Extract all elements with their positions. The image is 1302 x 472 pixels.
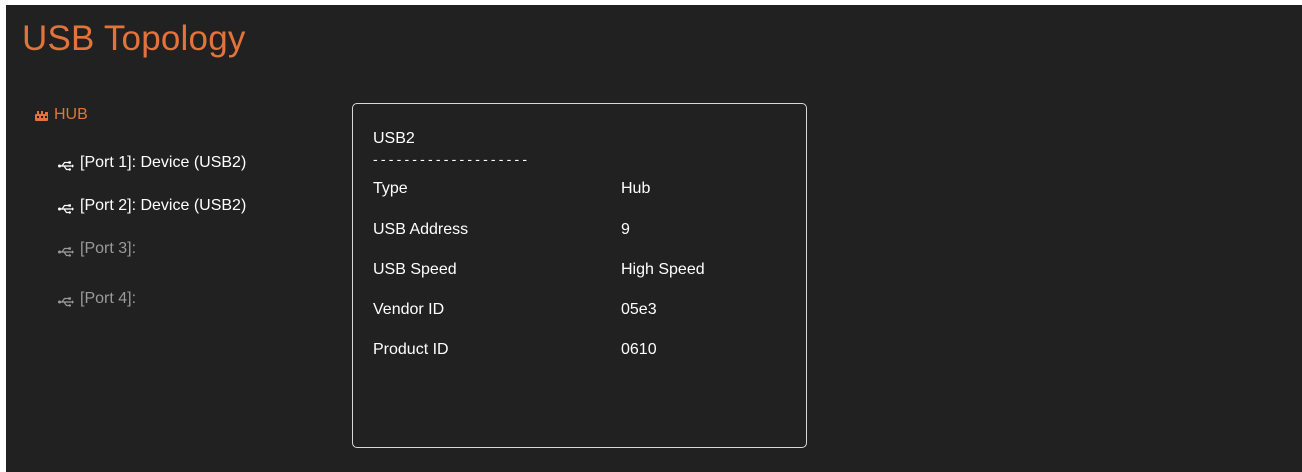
usb-icon <box>58 201 74 214</box>
detail-row-vendor-id: Vendor ID 05e3 <box>373 301 793 323</box>
tree-item-port-4[interactable]: [Port 4]: <box>58 288 136 310</box>
tree-item-label: [Port 1]: Device (USB2) <box>80 154 247 171</box>
details-title: USB2 <box>373 130 415 147</box>
tree-item-label: [Port 3]: <box>80 240 137 257</box>
app-window: USB Topology HUB [Port 1]: Device (USB2)… <box>6 5 1302 472</box>
detail-value: Hub <box>621 180 651 197</box>
tree-item-label: [Port 2]: Device (USB2) <box>80 197 247 214</box>
detail-key: USB Speed <box>373 261 457 278</box>
detail-key: Type <box>373 180 408 197</box>
detail-value: 0610 <box>621 341 657 358</box>
detail-value: 05e3 <box>621 301 657 318</box>
detail-row-usb-address: USB Address 9 <box>373 221 793 243</box>
detail-key: Vendor ID <box>373 301 445 318</box>
details-separator: -------------------- <box>373 151 531 167</box>
detail-key: Product ID <box>373 341 449 358</box>
tree-item-port-3[interactable]: [Port 3]: <box>58 238 136 260</box>
tree-root-hub[interactable]: HUB <box>34 104 334 126</box>
hub-icon <box>34 109 50 121</box>
usb-icon <box>58 244 74 257</box>
device-details-panel: USB2 -------------------- Type Hub USB A… <box>352 103 807 448</box>
usb-icon <box>58 158 74 171</box>
usb-tree: HUB [Port 1]: Device (USB2) [Port 2]: De… <box>34 104 334 307</box>
tree-item-label: [Port 4]: <box>80 290 137 307</box>
detail-row-type: Type Hub <box>373 180 793 202</box>
detail-value: High Speed <box>621 261 705 278</box>
detail-row-usb-speed: USB Speed High Speed <box>373 261 793 283</box>
tree-item-port-2[interactable]: [Port 2]: Device (USB2) <box>58 195 246 217</box>
detail-value: 9 <box>621 221 630 238</box>
tree-item-port-1[interactable]: [Port 1]: Device (USB2) <box>58 152 246 174</box>
usb-icon <box>58 294 74 307</box>
detail-row-product-id: Product ID 0610 <box>373 341 793 363</box>
detail-key: USB Address <box>373 221 469 238</box>
tree-root-label: HUB <box>54 106 88 123</box>
page-title: USB Topology <box>22 19 246 58</box>
